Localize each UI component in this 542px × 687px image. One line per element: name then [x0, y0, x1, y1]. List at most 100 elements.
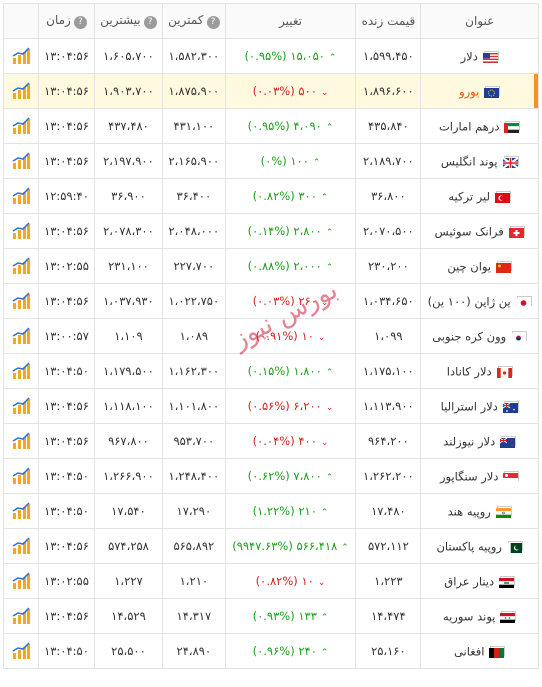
chart-icon[interactable] — [11, 221, 31, 241]
table-row[interactable]: یورو ۱،۸۹۶،۶۰۰ ⌄۵۰۰ (۰.۰۳%) ۱،۸۷۵،۹۰۰ ۱،۹۰۳،… — [3, 73, 539, 109]
currency-name-cell[interactable]: دلار سنگاپور — [420, 458, 539, 494]
table-row[interactable]: وون کره جنوبی ۱،۰۹۹ ⌄۱۰ (۰.۹۱%) ۱،۰۸۹ ۱،۱۰۹ ۱… — [3, 318, 539, 354]
table-row[interactable]: دلار استرالیا ۱،۱۱۳،۹۰۰ ⌄۶،۲۰۰ (۰.۵۶%) ۱،۱۰… — [3, 388, 539, 424]
table-row[interactable]: پوند سوریه ۱۴،۴۷۴ ⌃۱۳۳ (۰.۹۳%) ۱۴،۳۱۷ ۱۴،۵۲۹… — [3, 598, 539, 634]
currency-name-cell[interactable]: پوند انگلیس — [420, 143, 539, 179]
currency-name[interactable]: دلار کانادا — [447, 364, 492, 378]
chart-cell[interactable] — [3, 283, 39, 319]
table-row[interactable]: دلار نیوزلند ۹۶۴،۲۰۰ ⌄۴۰۰ (۰.۰۴%) ۹۵۳،۷۰۰ ۹۶… — [3, 423, 539, 459]
chart-icon[interactable] — [11, 606, 31, 626]
col-high-header[interactable]: ?بیشترین — [93, 3, 163, 39]
currency-name[interactable]: افغانی — [454, 644, 485, 658]
currency-name-cell[interactable]: دلار کانادا — [420, 353, 539, 389]
chart-cell[interactable] — [3, 528, 39, 564]
chart-icon[interactable] — [11, 641, 31, 661]
chart-icon[interactable] — [11, 186, 31, 206]
currency-name-cell[interactable]: افغانی — [420, 633, 539, 669]
chart-cell[interactable] — [3, 353, 39, 389]
chart-icon[interactable] — [11, 81, 31, 101]
chart-icon[interactable] — [11, 361, 31, 381]
currency-name-cell[interactable]: وون کره جنوبی — [420, 318, 539, 354]
chart-icon[interactable] — [11, 501, 31, 521]
currency-name[interactable]: یورو — [459, 84, 479, 98]
currency-name[interactable]: وون کره جنوبی — [432, 329, 506, 343]
chart-cell[interactable] — [3, 108, 39, 144]
chart-icon[interactable] — [11, 46, 31, 66]
chart-icon[interactable] — [11, 396, 31, 416]
chart-icon[interactable] — [11, 256, 31, 276]
currency-name-cell[interactable]: ین ژاپن (۱۰۰ ین) — [420, 283, 539, 319]
chart-cell[interactable] — [3, 248, 39, 284]
chart-cell[interactable] — [3, 493, 39, 529]
currency-name-cell[interactable]: روپیه پاکستان — [420, 528, 539, 564]
chart-cell[interactable] — [3, 633, 39, 669]
table-row[interactable]: روپیه هند ۱۷،۴۸۰ ⌃۲۱۰ (۱.۲۲%) ۱۷،۲۹۰ ۱۷،۵۴۰ ۱… — [3, 493, 539, 529]
table-row[interactable]: افغانی ۲۵،۱۶۰ ⌃۲۴۰ (۰.۹۶%) ۲۴،۸۹۰ ۲۵،۵۰۰ ۱۳:۰… — [3, 633, 539, 669]
chart-cell[interactable] — [3, 38, 39, 74]
currency-name-cell[interactable]: فرانک سوئیس — [420, 213, 539, 249]
currency-name[interactable]: دلار — [461, 49, 478, 63]
currency-name[interactable]: روپیه پاکستان — [436, 539, 501, 553]
currency-name[interactable]: دینار عراق — [444, 574, 494, 588]
currency-name-cell[interactable]: پوند سوریه — [420, 598, 539, 634]
currency-name[interactable]: پوند انگلیس — [441, 154, 498, 168]
table-row[interactable]: روپیه پاکستان ۵۷۲،۱۱۲ ⌃۵۶۶،۴۱۸ (۹۹۴۷.۶۳%) ۵… — [3, 528, 539, 564]
currency-name[interactable]: لیر ترکیه — [448, 189, 490, 203]
chart-cell[interactable] — [3, 563, 39, 599]
col-change-header[interactable]: تغییر — [224, 3, 357, 39]
currency-name[interactable]: ین ژاپن (۱۰۰ ین) — [428, 294, 511, 308]
table-row[interactable]: دلار کانادا ۱،۱۷۵،۱۰۰ ⌃۱،۸۰۰ (۰.۱۵%) ۱،۱۶۲،… — [3, 353, 539, 389]
col-name-header[interactable]: عنوان — [420, 3, 539, 39]
currency-name[interactable]: پوند سوریه — [443, 609, 496, 623]
currency-name-cell[interactable]: یورو — [420, 73, 539, 109]
help-icon[interactable]: ? — [206, 16, 220, 29]
chart-cell[interactable] — [3, 388, 39, 424]
chart-cell[interactable] — [3, 73, 39, 109]
currency-name-cell[interactable]: دلار استرالیا — [420, 388, 539, 424]
chart-icon[interactable] — [11, 466, 31, 486]
table-row[interactable]: دینار عراق ۱،۲۲۳ ⌄۱۰ (۰.۸۲%) ۱،۲۱۰ ۱،۲۲۷ ۱۳:۰… — [3, 563, 539, 599]
currency-name[interactable]: دلار سنگاپور — [440, 469, 499, 483]
chart-icon[interactable] — [11, 571, 31, 591]
currency-name-cell[interactable]: دینار عراق — [420, 563, 539, 599]
table-row[interactable]: فرانک سوئیس ۲،۰۷۰،۵۰۰ ⌃۲،۸۰۰ (۰.۱۴%) ۲،۰۴۸،… — [3, 213, 539, 249]
chart-cell[interactable] — [3, 598, 39, 634]
table-row[interactable]: ین ژاپن (۱۰۰ ین) ۱،۰۳۴،۶۵۰ ⌄۲۶۰ (۰.۰۳%) ۱،۰… — [3, 283, 539, 319]
currency-name[interactable]: فرانک سوئیس — [435, 224, 504, 238]
chart-icon[interactable] — [11, 326, 31, 346]
table-row[interactable]: دلار سنگاپور ۱،۲۶۲،۲۰۰ ⌃۷،۸۰۰ (۰.۶۲%) ۱،۲۴۸… — [3, 458, 539, 494]
chart-icon[interactable] — [11, 291, 31, 311]
table-row[interactable]: دلار ۱،۵۹۹،۴۵۰ ⌃۱۵،۰۵۰ (۰.۹۵%) ۱،۵۸۲،۳۰۰ ۱،۶… — [3, 38, 539, 74]
table-row[interactable]: پوند انگلیس ۲،۱۸۹،۷۰۰ ⌃۱۰۰ (۰%) ۲،۱۶۵،۹۰۰ ۲،… — [3, 143, 539, 179]
chart-cell[interactable] — [3, 423, 39, 459]
help-icon[interactable]: ? — [73, 16, 87, 29]
currency-name-cell[interactable]: دلار نیوزلند — [420, 423, 539, 459]
currency-name-cell[interactable]: یوان چین — [420, 248, 539, 284]
table-row[interactable]: لیر ترکیه ۳۶،۸۰۰ ⌃۳۰۰ (۰.۸۲%) ۳۶،۴۰۰ ۳۶،۹۰۰ ۱… — [3, 178, 539, 214]
chart-cell[interactable] — [3, 143, 39, 179]
col-live-header[interactable]: قیمت زنده — [355, 3, 422, 39]
currency-name-cell[interactable]: دلار — [420, 38, 539, 74]
table-row[interactable]: درهم امارات ۴۳۵،۸۴۰ ⌃۴،۰۹۰ (۰.۹۵%) ۴۳۱،۱۰۰ ۴… — [3, 108, 539, 144]
arrow-up-icon: ⌃ — [320, 648, 329, 658]
currency-name[interactable]: روپیه هند — [448, 504, 491, 518]
chart-cell[interactable] — [3, 213, 39, 249]
col-time-header[interactable]: ?زمان — [38, 3, 95, 39]
currency-name[interactable]: دلار نیوزلند — [443, 434, 495, 448]
chart-cell[interactable] — [3, 318, 39, 354]
currency-name[interactable]: درهم امارات — [439, 119, 499, 133]
chart-icon[interactable] — [11, 116, 31, 136]
chart-cell[interactable] — [3, 458, 39, 494]
chart-cell[interactable] — [3, 178, 39, 214]
chart-icon[interactable] — [11, 151, 31, 171]
currency-name[interactable]: یوان چین — [447, 259, 491, 273]
currency-name-cell[interactable]: درهم امارات — [420, 108, 539, 144]
chart-icon[interactable] — [11, 431, 31, 451]
table-row[interactable]: یوان چین ۲۳۰،۲۰۰ ⌃۲،۰۰۰ (۰.۸۸%) ۲۲۷،۷۰۰ ۲۳۱،… — [3, 248, 539, 284]
chart-icon[interactable] — [11, 536, 31, 556]
col-low-header[interactable]: ?کمترین — [161, 3, 226, 39]
currency-name-cell[interactable]: روپیه هند — [420, 493, 539, 529]
currency-name-cell[interactable]: لیر ترکیه — [420, 178, 539, 214]
currency-name[interactable]: دلار استرالیا — [441, 399, 498, 413]
help-icon[interactable]: ? — [143, 16, 157, 29]
